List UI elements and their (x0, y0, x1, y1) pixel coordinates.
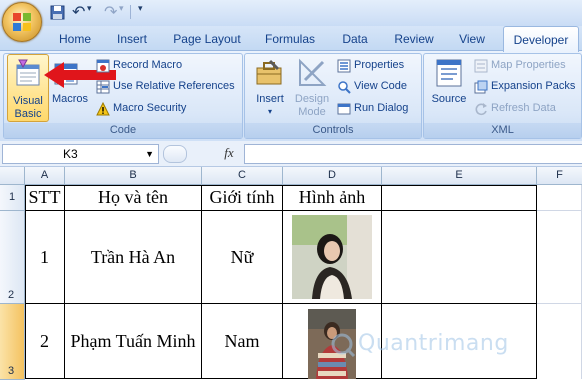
macro-security-button[interactable]: Macro Security (95, 100, 240, 118)
cell-c2[interactable]: Nữ (202, 211, 283, 304)
column-header-b[interactable]: B (65, 167, 202, 185)
cell-c3[interactable]: Nam (202, 304, 283, 379)
save-icon[interactable] (50, 5, 65, 20)
expansion-packs-button[interactable]: Expansion Packs (473, 78, 581, 96)
design-mode-label: Design Mode (294, 93, 330, 118)
tab-review[interactable]: Review (386, 26, 442, 50)
customize-qat-icon[interactable]: ▾ (138, 3, 143, 21)
expansion-packs-icon (474, 80, 488, 94)
quick-access-toolbar: ↶ ▾ ↷ ▾ ▾ (46, 3, 166, 23)
source-button[interactable]: Source (428, 56, 470, 120)
row-header-3-label: 3 (8, 365, 15, 377)
tab-data[interactable]: Data (333, 26, 377, 50)
toolbox-icon (256, 59, 282, 85)
office-logo-icon (13, 13, 31, 31)
column-header-d[interactable]: D (283, 167, 382, 185)
name-box-dropdown-icon[interactable]: ▼ (145, 145, 154, 163)
column-header-f[interactable]: F (537, 167, 582, 185)
view-code-button[interactable]: View Code (336, 78, 420, 96)
tab-developer[interactable]: Developer (503, 26, 579, 52)
office-button[interactable] (2, 2, 42, 42)
cell-d2[interactable] (283, 211, 382, 304)
cell-a2[interactable]: 1 (25, 211, 65, 304)
insert-dropdown-icon: ▾ (267, 107, 272, 116)
use-relative-references-button[interactable]: Use Relative References (95, 78, 240, 96)
tab-formulas[interactable]: Formulas (258, 26, 322, 50)
tab-page-layout[interactable]: Page Layout (166, 26, 248, 50)
macros-label: Macros (51, 93, 89, 105)
portrait-photo-1[interactable] (292, 215, 372, 299)
tab-insert[interactable]: Insert (106, 26, 158, 50)
insert-control-button[interactable]: Insert ▾ (250, 56, 290, 120)
properties-button[interactable]: Properties (336, 57, 420, 75)
cell-b2[interactable]: Trần Hà An (65, 211, 202, 304)
qat-separator (130, 5, 131, 19)
formula-bar-expand-handle[interactable] (163, 145, 187, 163)
insert-function-button[interactable]: fx (218, 144, 240, 162)
cell-c1[interactable]: Giới tính (202, 185, 283, 211)
macro-security-label: Macro Security (113, 102, 187, 114)
formula-input[interactable] (244, 144, 582, 164)
name-box[interactable]: K3 ▼ (2, 144, 159, 164)
use-relative-references-label: Use Relative References (113, 80, 235, 92)
cell-e1[interactable] (382, 185, 537, 211)
record-macro-label: Record Macro (113, 59, 183, 71)
redo-icon[interactable]: ↷ (104, 2, 117, 21)
watermark: Quantrimang (330, 330, 530, 360)
source-label: Source (431, 93, 467, 105)
tab-home[interactable]: Home (50, 26, 100, 50)
tab-view[interactable]: View (450, 26, 494, 50)
watermark-logo-icon (331, 333, 356, 358)
select-all-corner[interactable] (0, 167, 25, 185)
visual-basic-icon (16, 59, 40, 86)
refresh-data-button[interactable]: Refresh Data (473, 100, 581, 118)
cell-a3[interactable]: 2 (25, 304, 65, 379)
column-header-a[interactable]: A (25, 167, 65, 185)
xml-source-icon (436, 59, 462, 87)
xml-group-label: XML (424, 123, 581, 138)
properties-label: Properties (354, 59, 405, 71)
map-properties-icon (474, 59, 488, 73)
map-properties-button[interactable]: Map Properties (473, 57, 581, 75)
cell-b1[interactable]: Họ và tên (65, 185, 202, 211)
design-mode-icon (299, 58, 327, 86)
watermark-text: Quantrimang (358, 331, 509, 356)
code-group-label: Code (4, 123, 242, 138)
undo-icon[interactable]: ↶ (72, 2, 85, 21)
expansion-packs-label: Expansion Packs (491, 80, 576, 92)
refresh-icon (475, 103, 487, 116)
column-header-e[interactable]: E (382, 167, 537, 185)
record-macro-icon (96, 59, 110, 73)
warning-icon (96, 102, 110, 116)
row-header-2[interactable]: 2 (0, 211, 25, 304)
redo-dropdown-icon[interactable]: ▾ (119, 3, 124, 21)
cell-a1[interactable]: STT (25, 185, 65, 211)
row-header-2-label: 2 (8, 289, 15, 301)
column-header-c[interactable]: C (202, 167, 283, 185)
view-code-label: View Code (354, 80, 407, 92)
map-properties-label: Map Properties (491, 59, 566, 71)
relative-references-icon (96, 80, 110, 94)
cell-d1[interactable]: Hình ảnh (283, 185, 382, 211)
undo-dropdown-icon[interactable]: ▾ (87, 3, 92, 21)
row-header-3[interactable]: 3 (0, 304, 25, 380)
row-header-1[interactable]: 1 (0, 185, 25, 211)
run-dialog-label: Run Dialog (354, 102, 409, 114)
cell-e2[interactable] (382, 211, 537, 304)
controls-group-label: Controls (245, 123, 421, 138)
design-mode-button[interactable]: Design Mode (292, 56, 332, 120)
record-macro-button[interactable]: Record Macro (95, 57, 240, 75)
name-box-value: K3 (63, 147, 78, 161)
view-code-icon (338, 81, 351, 94)
run-dialog-icon (337, 103, 351, 115)
gridline-f-row2 (537, 303, 582, 304)
cell-b3[interactable]: Phạm Tuấn Minh (65, 304, 202, 379)
gridline-f-row1 (537, 210, 582, 211)
visual-basic-label: Visual Basic (13, 95, 43, 120)
run-dialog-button[interactable]: Run Dialog (336, 100, 420, 118)
properties-icon (337, 59, 351, 73)
visual-basic-button[interactable]: Visual Basic (7, 54, 49, 122)
refresh-data-label: Refresh Data (491, 102, 556, 114)
